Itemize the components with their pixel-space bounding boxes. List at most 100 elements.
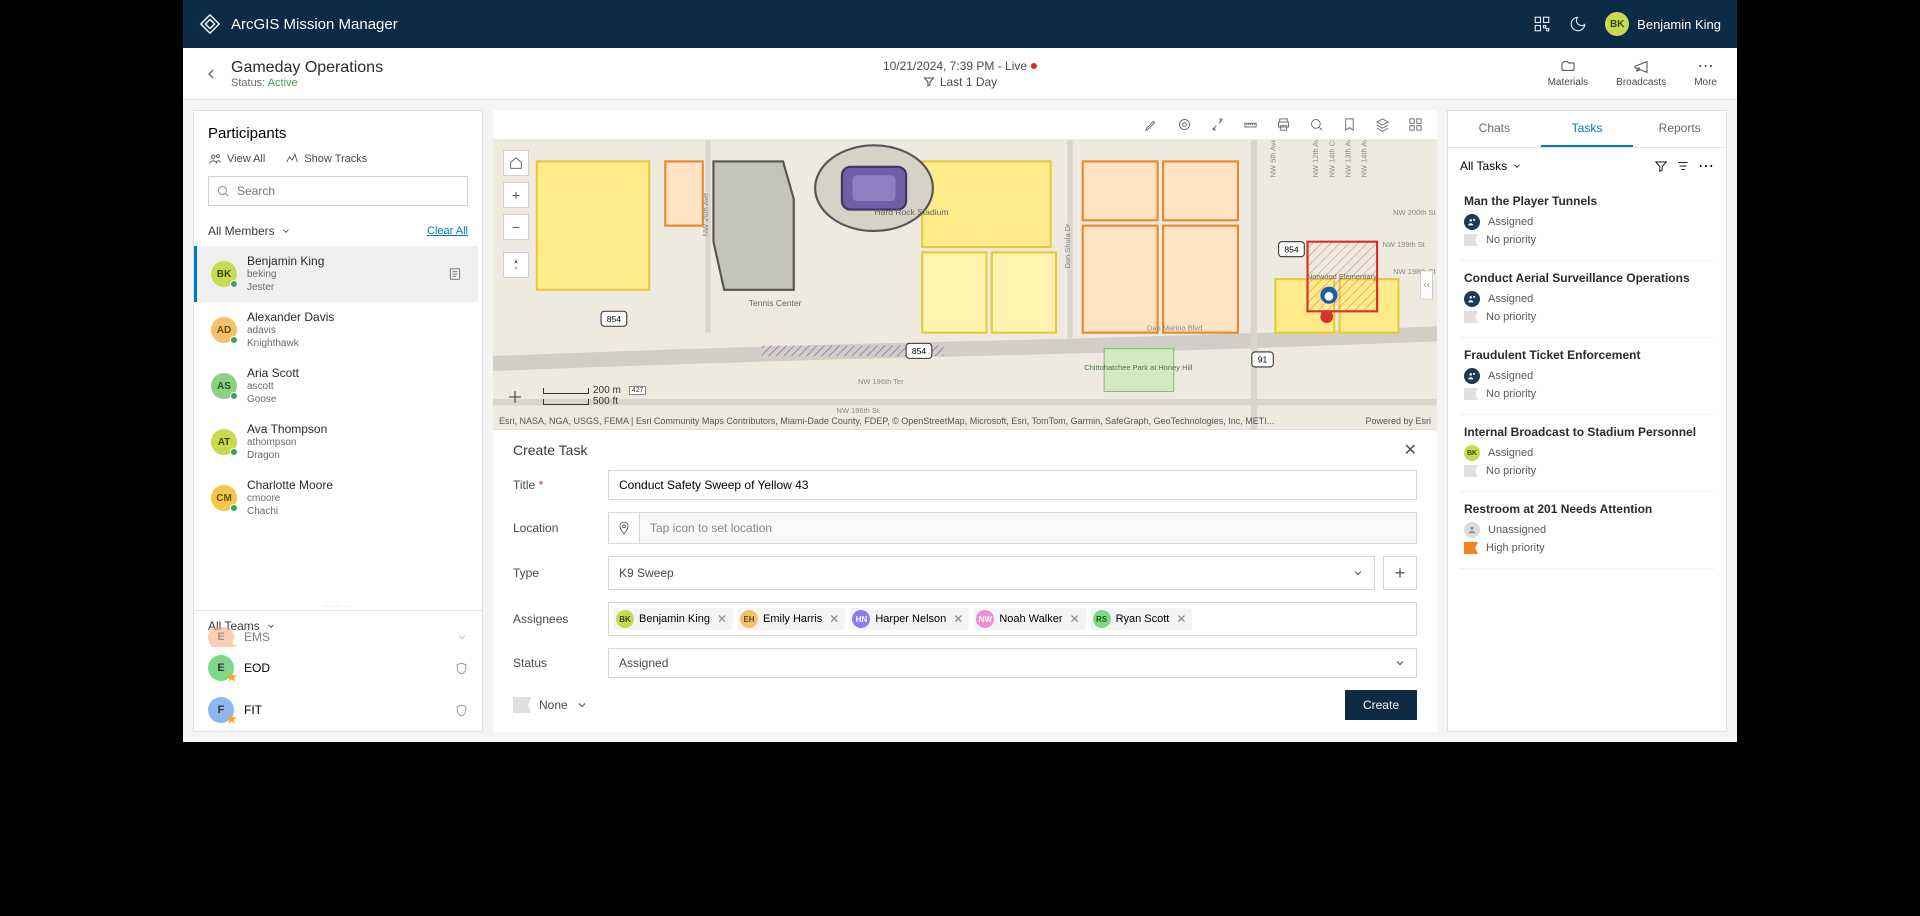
measure-icon[interactable] xyxy=(1243,117,1258,132)
time-filter[interactable]: Last 1 Day xyxy=(883,75,1037,89)
crosshair-icon xyxy=(507,389,523,405)
shield-icon[interactable] xyxy=(455,662,468,675)
team-item[interactable]: F★ FIT xyxy=(194,689,482,731)
tab-tasks[interactable]: Tasks xyxy=(1541,111,1634,147)
more-icon[interactable]: ⋯ xyxy=(1698,156,1714,176)
clear-all-link[interactable]: Clear All xyxy=(427,225,468,237)
qr-icon[interactable] xyxy=(1533,15,1551,33)
task-card[interactable]: Conduct Aerial Surveillance Operations A… xyxy=(1460,261,1714,338)
member-username: cmoore xyxy=(247,493,464,506)
task-assigned-label: Assigned xyxy=(1488,370,1533,382)
tab-reports[interactable]: Reports xyxy=(1633,111,1726,147)
remove-assignee-icon[interactable]: ✕ xyxy=(717,612,727,626)
team-avatar: E★ xyxy=(208,655,234,681)
member-item[interactable]: CM Charlotte Moore cmoore Chachi xyxy=(194,470,478,526)
team-item[interactable]: E★ EOD xyxy=(194,647,482,689)
zoom-out-button[interactable]: − xyxy=(503,214,529,240)
create-button[interactable]: Create xyxy=(1345,690,1417,720)
broadcasts-action[interactable]: Broadcasts xyxy=(1616,59,1666,88)
resize-handle[interactable]: ⋯⋯⋯ xyxy=(194,602,482,610)
shield-icon[interactable] xyxy=(455,704,468,717)
assignees-input[interactable]: BK Benjamin King ✕EH Emily Harris ✕HN Ha… xyxy=(608,602,1417,636)
task-priority-label: No priority xyxy=(1486,311,1536,323)
target-icon[interactable] xyxy=(1177,117,1192,132)
priority-flag-icon xyxy=(1464,311,1478,323)
user-avatar: BK xyxy=(1605,12,1629,36)
print-icon[interactable] xyxy=(1276,117,1291,132)
member-detail-icon[interactable] xyxy=(448,267,464,281)
task-priority-label: High priority xyxy=(1486,542,1545,554)
remove-assignee-icon[interactable]: ✕ xyxy=(1070,612,1080,626)
zoom-in-button[interactable]: + xyxy=(503,182,529,208)
dark-mode-icon[interactable] xyxy=(1569,15,1587,33)
tasks-filter-dropdown[interactable]: All Tasks xyxy=(1460,159,1522,173)
priority-flag-icon xyxy=(513,697,531,713)
participants-search[interactable] xyxy=(208,176,468,206)
search-input[interactable] xyxy=(208,176,468,206)
member-item[interactable]: AD Alexander Davis adavis Knighthawk xyxy=(194,302,478,358)
task-card[interactable]: Internal Broadcast to Stadium Personnel … xyxy=(1460,415,1714,492)
task-status-select[interactable]: Assigned xyxy=(608,648,1417,678)
task-priority-label: No priority xyxy=(1486,388,1536,400)
member-item[interactable]: AS Aria Scott ascott Goose xyxy=(194,358,478,414)
svg-text:NW 14th Ct: NW 14th Ct xyxy=(1327,140,1336,177)
task-type-select[interactable]: K9 Sweep xyxy=(608,556,1375,590)
filter-icon[interactable] xyxy=(1654,159,1668,173)
all-members-dropdown[interactable]: All Members xyxy=(208,224,291,238)
basemap-icon[interactable] xyxy=(1408,117,1423,132)
remove-assignee-icon[interactable]: ✕ xyxy=(1176,612,1186,626)
task-title: Man the Player Tunnels xyxy=(1464,194,1710,208)
back-button[interactable] xyxy=(203,66,219,82)
close-button[interactable]: ✕ xyxy=(1404,440,1417,460)
priority-flag-icon xyxy=(1464,542,1478,554)
team-item[interactable]: E★ EMS xyxy=(194,627,482,647)
remove-assignee-icon[interactable]: ✕ xyxy=(829,612,839,626)
view-all-action[interactable]: View All xyxy=(208,152,265,166)
member-item[interactable]: BK Benjamin King beking Jester xyxy=(194,246,478,302)
task-card[interactable]: Restroom at 201 Needs Attention Unassign… xyxy=(1460,492,1714,569)
svg-text:854: 854 xyxy=(912,346,927,356)
materials-action[interactable]: Materials xyxy=(1548,59,1589,88)
subheader: Gameday Operations Status: Active 10/21/… xyxy=(183,48,1737,100)
map-attribution: Esri, NASA, NGA, USGS, FEMA | Esri Commu… xyxy=(499,416,1431,426)
bookmark-icon[interactable] xyxy=(1342,117,1357,132)
more-action[interactable]: ⋯ More xyxy=(1694,59,1717,88)
user-menu[interactable]: BK Benjamin King xyxy=(1605,12,1721,36)
home-button[interactable] xyxy=(503,150,529,176)
task-card[interactable]: Man the Player Tunnels Assigned No prior… xyxy=(1460,184,1714,261)
show-tracks-action[interactable]: Show Tracks xyxy=(285,152,367,166)
member-role: Goose xyxy=(247,394,464,407)
svg-text:854: 854 xyxy=(1284,244,1299,254)
layers-icon[interactable] xyxy=(1375,117,1390,132)
member-role: Chachi xyxy=(247,506,464,519)
topbar: ArcGIS Mission Manager BK Benjamin King xyxy=(183,0,1737,48)
team-avatar: E★ xyxy=(208,627,234,647)
edit-icon[interactable] xyxy=(1144,117,1159,132)
unassigned-icon xyxy=(1464,522,1480,538)
sort-icon[interactable] xyxy=(1676,159,1690,173)
priority-select[interactable]: None xyxy=(513,697,588,713)
collapse-right-handle[interactable]: ‹‹ xyxy=(1420,270,1433,299)
map[interactable]: 854 854 91 854 Tennis Center Hard Rock S… xyxy=(493,140,1437,429)
route-icon[interactable] xyxy=(1210,117,1225,132)
app-title: ArcGIS Mission Manager xyxy=(231,16,398,33)
priority-flag-icon xyxy=(1464,234,1478,246)
task-card[interactable]: Fraudulent Ticket Enforcement Assigned N… xyxy=(1460,338,1714,415)
task-title-input[interactable] xyxy=(608,470,1417,500)
set-location-button[interactable] xyxy=(608,512,640,544)
map-toolbar xyxy=(493,110,1437,140)
priority-flag-icon xyxy=(1464,388,1478,400)
task-assigned-label: Assigned xyxy=(1488,447,1533,459)
map-scale: 200 m 427 500 ft xyxy=(543,385,646,407)
member-item[interactable]: AT Ava Thompson athompson Dragon xyxy=(194,414,478,470)
member-avatar: AS xyxy=(211,373,237,399)
add-type-button[interactable]: + xyxy=(1383,556,1417,590)
compass-button[interactable] xyxy=(503,252,529,278)
remove-assignee-icon[interactable]: ✕ xyxy=(953,612,963,626)
assignee-chip: HN Harper Nelson ✕ xyxy=(850,608,969,630)
chevron-down-icon[interactable] xyxy=(456,631,468,643)
logo-icon xyxy=(199,13,221,35)
tab-chats[interactable]: Chats xyxy=(1448,111,1541,147)
search-map-icon[interactable] xyxy=(1309,117,1324,132)
member-name: Benjamin King xyxy=(247,254,438,269)
